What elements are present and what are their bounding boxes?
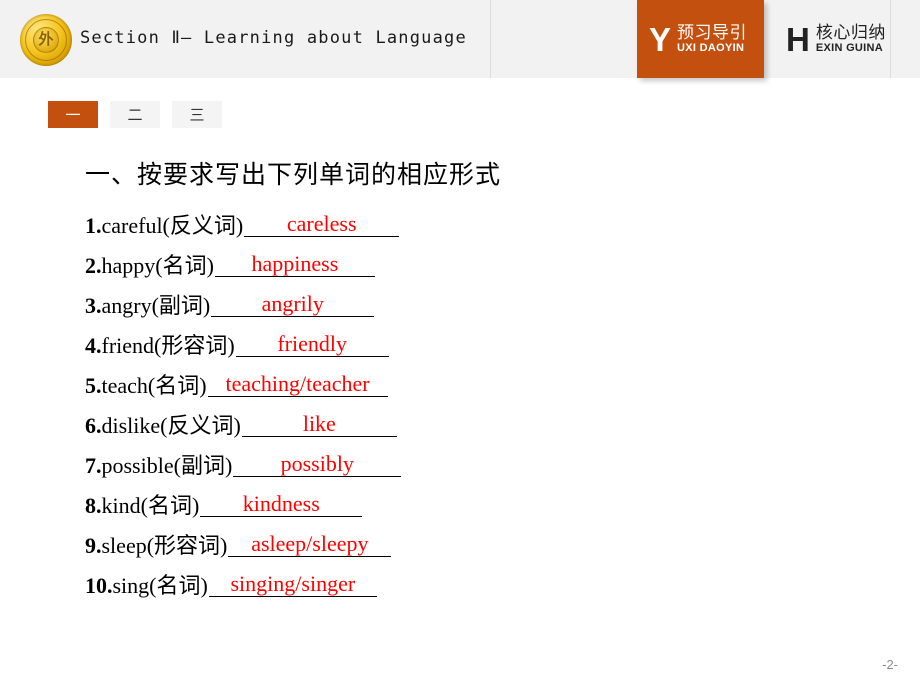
question-prompt: angry(副词) — [101, 293, 211, 318]
tab-three[interactable]: 三 — [172, 101, 222, 128]
question-number: 3. — [85, 293, 102, 318]
answer-text: singing/singer — [230, 571, 356, 596]
page-number: -2- — [882, 657, 898, 672]
nav-chip-cn-label: 预习导引 — [677, 22, 748, 42]
answer-text: like — [302, 411, 336, 436]
exercise-heading: 一、按要求写出下列单词的相应形式 — [85, 161, 502, 189]
answer-blank[interactable]: angrily — [211, 290, 375, 317]
answer-blank[interactable]: teaching/teacher — [207, 370, 388, 397]
nav-chip-en-label: UXI DAOYIN — [677, 42, 745, 55]
nav-chip-letter-h: H — [786, 20, 810, 58]
answer-blank[interactable]: happiness — [214, 250, 375, 277]
answer-blank[interactable]: like — [241, 410, 397, 437]
answer-text: possibly — [280, 451, 354, 476]
nav-chip-hexin-guina[interactable]: H 核心归纳 EXIN GUINA — [782, 0, 900, 78]
question-number: 9. — [85, 533, 102, 558]
answer-text: angrily — [261, 291, 324, 316]
answer-text: teaching/teacher — [225, 371, 370, 396]
question-prompt: happy(名词) — [101, 253, 214, 278]
question-number: 4. — [85, 333, 102, 358]
question-row: 4. friend(形容词) friendly — [85, 317, 865, 357]
answer-blank[interactable]: singing/singer — [208, 570, 377, 597]
question-number: 1. — [85, 213, 102, 238]
question-row: 6. dislike(反义词) like — [85, 397, 865, 437]
question-list: 1. careful(反义词) careless 2. happy(名词) happine… — [85, 197, 865, 597]
question-row: 2. happy(名词) happiness — [85, 237, 865, 277]
question-prompt: kind(名词) — [101, 493, 200, 518]
answer-blank[interactable]: asleep/sleepy — [228, 530, 392, 557]
answer-blank[interactable]: careless — [244, 210, 400, 237]
question-number: 7. — [85, 453, 102, 478]
answer-text: friendly — [277, 331, 348, 356]
question-prompt: careful(反义词) — [101, 213, 244, 238]
question-row: 3. angry(副词) angrily — [85, 277, 865, 317]
section-tab-strip[interactable]: 一 二 三 — [48, 101, 222, 128]
page-title: Section Ⅱ— Learning about Language — [80, 28, 467, 48]
question-number: 5. — [85, 373, 102, 398]
question-prompt: sleep(形容词) — [101, 533, 228, 558]
question-prompt: friend(形容词) — [101, 333, 235, 358]
question-prompt: dislike(反义词) — [101, 413, 241, 438]
question-row: 8. kind(名词) kindness — [85, 477, 865, 517]
question-prompt: teach(名词) — [101, 373, 207, 398]
answer-text: careless — [286, 211, 357, 236]
answer-text: happiness — [251, 251, 339, 276]
question-row: 10. sing(名词) singing/singer — [85, 557, 865, 597]
answer-text: asleep/sleepy — [251, 531, 369, 556]
question-number: 10. — [85, 573, 113, 598]
nav-chip-yuxi-daoyin[interactable]: Y 预习导引 UXI DAOYIN — [637, 0, 764, 78]
answer-blank[interactable]: friendly — [235, 330, 389, 357]
nav-chip-text-yuxi: 预习导引 UXI DAOYIN — [677, 23, 747, 55]
question-row: 9. sleep(形容词) asleep/sleepy — [85, 517, 865, 557]
question-number: 2. — [85, 253, 102, 278]
answer-blank[interactable]: possibly — [233, 450, 402, 477]
question-row: 1. careful(反义词) careless — [85, 197, 865, 237]
question-row: 7. possible(副词) possibly — [85, 437, 865, 477]
nav-chip-letter-y: Y — [649, 20, 672, 58]
answer-blank[interactable]: kindness — [200, 490, 363, 517]
header-divider-left — [490, 0, 491, 78]
nav-chip-en-label: EXIN GUINA — [815, 42, 884, 55]
publisher-seal-logo: 外 — [20, 14, 72, 66]
question-prompt: possible(副词) — [101, 453, 233, 478]
question-number: 6. — [85, 413, 102, 438]
nav-chip-text-hexin: 核心归纳 EXIN GUINA — [816, 23, 886, 55]
slide-header: 外 Section Ⅱ— Learning about Language Y 预… — [0, 0, 920, 78]
nav-chip-cn-label: 核心归纳 — [815, 22, 886, 42]
question-number: 8. — [85, 493, 102, 518]
tab-one[interactable]: 一 — [48, 101, 98, 128]
answer-text: kindness — [242, 491, 320, 516]
question-prompt: sing(名词) — [112, 573, 208, 598]
tab-two[interactable]: 二 — [110, 101, 160, 128]
question-row: 5. teach(名词) teaching/teacher — [85, 357, 865, 397]
seal-glyph: 外 — [38, 31, 54, 48]
exercise-content: 一、按要求写出下列单词的相应形式 1. careful(反义词) careless 2… — [85, 155, 865, 597]
